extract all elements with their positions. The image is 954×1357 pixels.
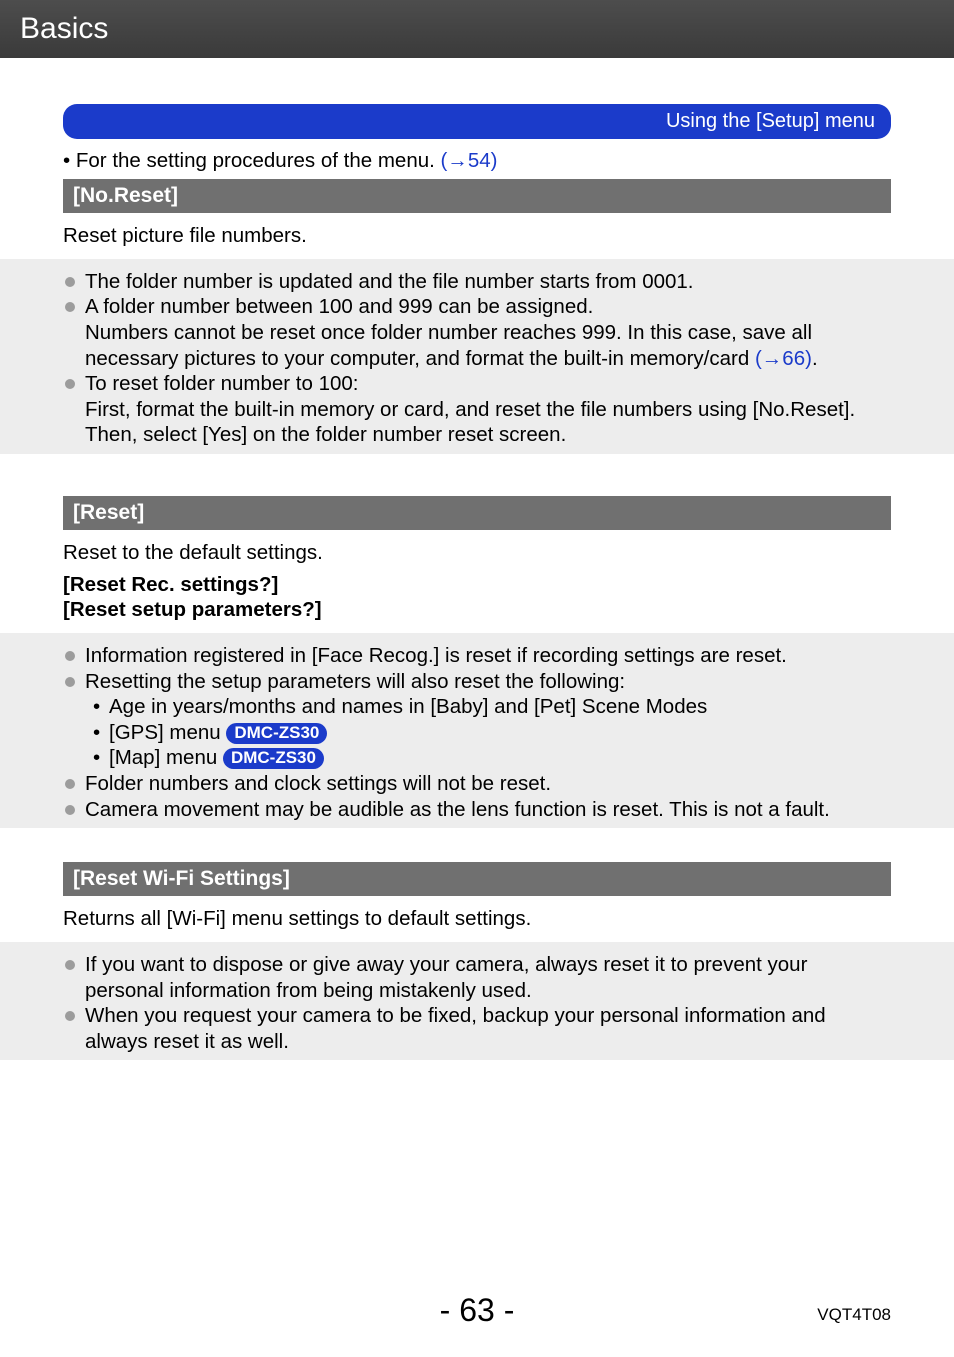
bullet: To reset folder number to 100:: [63, 371, 891, 397]
bullet: A folder number between 100 and 999 can …: [63, 294, 891, 320]
page-root: Basics Using the [Setup] menu • For the …: [0, 0, 954, 1357]
section-title: [No.Reset]: [73, 184, 178, 207]
no-reset-desc: Reset picture file numbers.: [63, 223, 891, 249]
section-title: [Reset Wi-Fi Settings]: [73, 867, 290, 890]
reset-bold2: [Reset setup parameters?]: [63, 597, 891, 623]
no-reset-bullets: The folder number is updated and the fil…: [0, 259, 954, 454]
bullet: If you want to dispose or give away your…: [63, 952, 891, 1003]
page-number: - 63 -: [440, 1292, 515, 1328]
reset-desc: Reset to the default settings.: [63, 540, 891, 566]
wifi-desc: Returns all [Wi-Fi] menu settings to def…: [63, 906, 891, 932]
bullet: Camera movement may be audible as the le…: [63, 797, 891, 823]
text: [GPS] menu: [109, 721, 226, 744]
wifi-bullets: If you want to dispose or give away your…: [0, 942, 954, 1061]
model-badge: DMC-ZS30: [223, 748, 324, 769]
chapter-header: Basics: [0, 0, 954, 58]
link[interactable]: (→66): [755, 347, 812, 370]
sub-bullet: [GPS] menu DMC-ZS30: [63, 720, 891, 746]
intro-line: • For the setting procedures of the menu…: [63, 149, 891, 173]
section-header-wifi: [Reset Wi-Fi Settings]: [63, 862, 891, 896]
bullet-cont: First, format the built-in memory or car…: [63, 397, 891, 448]
intro-prefix: • For the setting procedures of the menu…: [63, 149, 441, 172]
intro-link[interactable]: (→54): [441, 149, 498, 172]
footer: - 63 - VQT4T08: [0, 1292, 954, 1329]
bullet: Folder numbers and clock settings will n…: [63, 771, 891, 797]
bullet: The folder number is updated and the fil…: [63, 269, 891, 295]
section-header-no-reset: [No.Reset]: [63, 179, 891, 213]
section-header-reset: [Reset]: [63, 496, 891, 530]
content-area: Using the [Setup] menu • For the setting…: [0, 104, 954, 1060]
text: Numbers cannot be reset once folder numb…: [85, 321, 812, 370]
section-title: [Reset]: [73, 501, 144, 524]
chapter-title: Basics: [20, 12, 108, 45]
sub-bullet: [Map] menu DMC-ZS30: [63, 745, 891, 771]
reset-bullets: Information registered in [Face Recog.] …: [0, 633, 954, 828]
bullet-cont: Numbers cannot be reset once folder numb…: [63, 320, 891, 371]
doc-id: VQT4T08: [817, 1305, 891, 1325]
reset-bold1: [Reset Rec. settings?]: [63, 572, 891, 598]
section-banner: Using the [Setup] menu: [63, 104, 891, 139]
text: [Map] menu: [109, 746, 223, 769]
sub-bullet: Age in years/months and names in [Baby] …: [63, 694, 891, 720]
model-badge: DMC-ZS30: [226, 723, 327, 744]
banner-text: Using the [Setup] menu: [666, 110, 875, 132]
bullet: Information registered in [Face Recog.] …: [63, 643, 891, 669]
bullet: When you request your camera to be fixed…: [63, 1003, 891, 1054]
bullet: Resetting the setup parameters will also…: [63, 669, 891, 695]
text: .: [812, 347, 818, 370]
